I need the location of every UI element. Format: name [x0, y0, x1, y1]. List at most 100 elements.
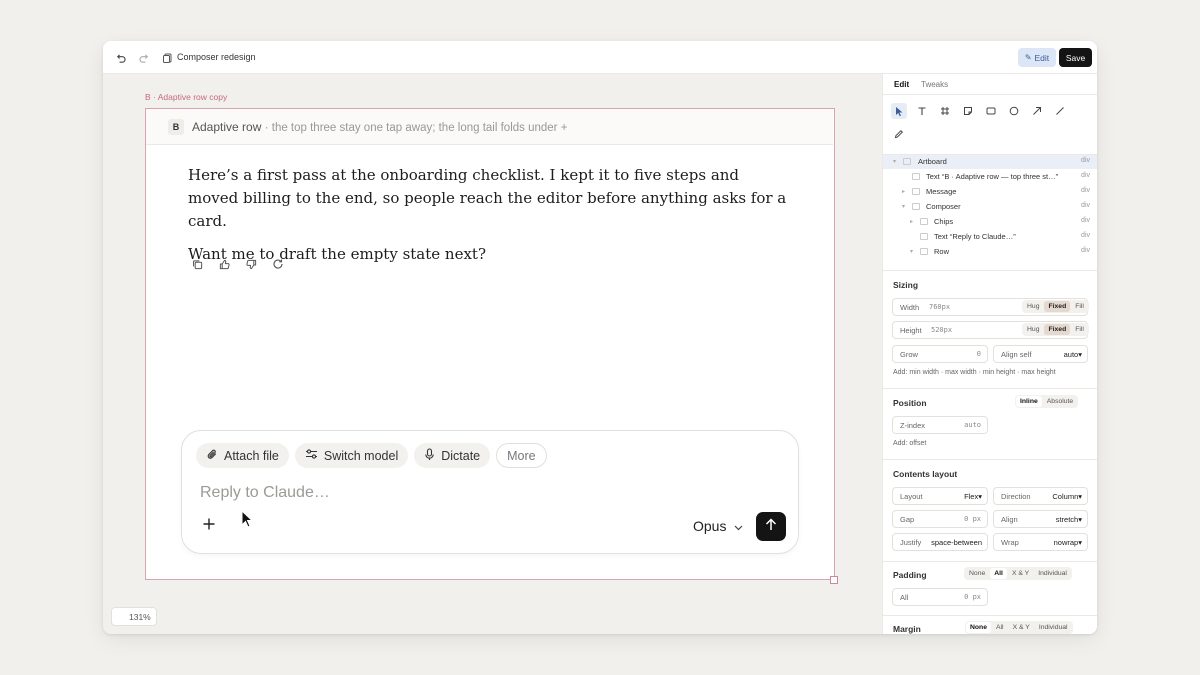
mode-x-y[interactable]: X & Y	[1009, 622, 1034, 633]
copy-icon[interactable]	[190, 257, 204, 271]
zindex-field[interactable]: Z-index auto	[892, 416, 988, 434]
document-icon	[160, 50, 176, 66]
chevron-down-icon: ▾	[893, 159, 897, 165]
sizing-add-hint[interactable]: Add: min width · max width · min height …	[893, 369, 1056, 376]
artboard-title: Adaptive row · the top three stay one ta…	[192, 120, 567, 134]
mode-hug[interactable]: Hug	[1023, 301, 1043, 312]
resize-handle[interactable]	[830, 576, 838, 584]
layer-tag: div	[1081, 202, 1090, 209]
redo-icon[interactable]	[136, 50, 152, 66]
composer-chips: Attach file Switch model Dictate More	[196, 443, 547, 468]
zindex-value: auto	[964, 421, 981, 429]
layer-row[interactable]: ▾ Row div	[883, 245, 1097, 259]
send-button[interactable]	[756, 512, 786, 541]
paperclip-icon	[206, 448, 218, 464]
width-field[interactable]: Width 760px Hug Fixed Fill	[892, 298, 1089, 316]
artboard-header: B Adaptive row · the top three stay one …	[146, 109, 833, 145]
mode-none[interactable]: None	[965, 568, 989, 579]
mode-individual[interactable]: Individual	[1035, 622, 1072, 633]
width-label: Width	[900, 303, 920, 312]
attach-file-chip[interactable]: Attach file	[196, 443, 289, 468]
save-button[interactable]: Save	[1059, 48, 1092, 67]
layer-row[interactable]: ▾ Composer div	[883, 200, 1097, 214]
undo-icon[interactable]	[112, 50, 128, 66]
arrow-icon[interactable]	[1029, 103, 1045, 119]
height-field[interactable]: Height 520px Hug Fixed Fill	[892, 321, 1089, 339]
pointer-icon[interactable]	[891, 103, 907, 119]
text-icon[interactable]	[914, 103, 930, 119]
layer-icon	[912, 203, 920, 210]
microphone-icon	[424, 447, 435, 464]
position-add-hint[interactable]: Add: offset	[893, 440, 926, 447]
line-icon[interactable]	[1052, 103, 1068, 119]
padding-all-field[interactable]: All 0 px	[892, 588, 988, 606]
pen-icon: ✎	[1024, 53, 1032, 62]
plus-icon[interactable]	[202, 517, 218, 533]
grow-field[interactable]: Grow 0	[892, 345, 988, 363]
inspector-tabs: Edit Tweaks	[883, 74, 1097, 95]
gap-field[interactable]: Gap 0 px	[892, 510, 988, 528]
retry-icon[interactable]	[271, 257, 285, 271]
justify-select[interactable]: Justify space-between	[892, 533, 988, 551]
layer-row[interactable]: ▸ Chips div	[883, 215, 1097, 229]
layer-icon	[912, 173, 920, 180]
align-select[interactable]: Align stretch▾	[993, 510, 1088, 528]
padding-mode-toggle: None All X & Y Individual	[964, 567, 1072, 580]
canvas[interactable]: B · Adaptive row copy B Adaptive row · t…	[103, 74, 882, 634]
wrap-select[interactable]: Wrap nowrap▾	[993, 533, 1088, 551]
frame-icon[interactable]	[937, 103, 953, 119]
layout-select[interactable]: Layout Flex▾	[892, 487, 988, 505]
frame-label[interactable]: B · Adaptive row copy	[145, 92, 227, 102]
arrow-up-icon	[765, 517, 777, 536]
divider	[883, 388, 1097, 389]
mode-x-y[interactable]: X & Y	[1008, 568, 1033, 579]
tab-tweaks[interactable]: Tweaks	[921, 80, 948, 89]
layer-row[interactable]: Text “B · Adaptive row — top three st…” …	[883, 170, 1097, 184]
mode-fill[interactable]: Fill	[1071, 324, 1088, 335]
mode-all[interactable]: All	[990, 568, 1007, 579]
wrap-label: Wrap	[1001, 538, 1019, 547]
rectangle-icon[interactable]	[983, 103, 999, 119]
mode-inline[interactable]: Inline	[1016, 396, 1042, 407]
layer-icon	[903, 158, 911, 165]
layer-name: Chips	[934, 217, 954, 226]
top-bar: Composer redesign ✎ Edit Save	[103, 41, 1097, 74]
justify-label: Justify	[900, 538, 922, 547]
layer-row[interactable]: ▸ Message div	[883, 185, 1097, 199]
ellipse-icon[interactable]	[1006, 103, 1022, 119]
layer-name: Text “B · Adaptive row — top three st…”	[926, 172, 1059, 181]
mode-fill[interactable]: Fill	[1071, 301, 1088, 312]
tab-edit[interactable]: Edit	[894, 80, 909, 89]
edit-button[interactable]: ✎ Edit	[1018, 48, 1056, 67]
model-selector[interactable]: Opus	[693, 518, 743, 534]
chip-label: Switch model	[323, 448, 399, 463]
direction-select[interactable]: Direction Column▾	[993, 487, 1088, 505]
thumbs-down-icon[interactable]	[244, 257, 258, 271]
mode-hug[interactable]: Hug	[1023, 324, 1043, 335]
justify-text: space-between	[931, 538, 982, 547]
layer-row[interactable]: Text “Reply to Claude…” div	[883, 230, 1097, 244]
mode-absolute[interactable]: Absolute	[1043, 396, 1077, 407]
pencil-icon[interactable]	[891, 126, 907, 142]
sticky-icon[interactable]	[960, 103, 976, 119]
divider	[883, 459, 1097, 460]
mode-individual[interactable]: Individual	[1034, 568, 1071, 579]
dictate-chip[interactable]: Dictate	[414, 443, 491, 468]
mode-all[interactable]: All	[992, 622, 1008, 633]
direction-value: Column▾	[1052, 492, 1082, 501]
mode-fixed[interactable]: Fixed	[1044, 301, 1071, 312]
layer-row[interactable]: ▾ Artboard div	[883, 155, 1097, 169]
layer-name: Artboard	[918, 157, 947, 166]
wrap-text: nowrap	[1053, 538, 1079, 547]
thumbs-up-icon[interactable]	[217, 257, 231, 271]
mode-none[interactable]: None	[966, 622, 991, 633]
layer-tag: div	[1081, 172, 1090, 179]
wrap-value: nowrap▾	[1053, 538, 1082, 547]
switch-model-chip[interactable]: Switch model	[294, 443, 409, 468]
more-chip[interactable]: More	[496, 443, 547, 468]
reply-input[interactable]: Reply to Claude…	[200, 484, 330, 502]
zoom-level[interactable]: 131%	[111, 607, 157, 626]
align-self-select[interactable]: Align self auto▾	[993, 345, 1088, 363]
direction-text: Column	[1052, 492, 1079, 501]
mode-fixed[interactable]: Fixed	[1044, 324, 1071, 335]
